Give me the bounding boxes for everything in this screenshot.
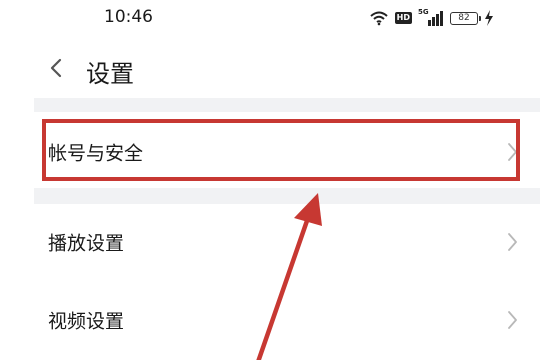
page-title: 设置 bbox=[86, 60, 134, 88]
settings-item-playback[interactable]: 播放设置 bbox=[34, 204, 540, 280]
signal-bars-icon bbox=[428, 11, 443, 26]
settings-item-label: 帐号与安全 bbox=[48, 142, 144, 165]
settings-item-account-security[interactable]: 帐号与安全 bbox=[34, 114, 540, 190]
settings-item-label: 播放设置 bbox=[48, 232, 125, 255]
back-button[interactable] bbox=[44, 52, 68, 84]
section-divider bbox=[34, 98, 540, 112]
chevron-right-icon bbox=[508, 233, 517, 251]
charging-icon bbox=[485, 10, 493, 26]
chevron-left-icon bbox=[50, 58, 62, 78]
settings-item-label: 视频设置 bbox=[48, 310, 125, 333]
battery-icon: 82 bbox=[450, 11, 481, 25]
status-icons: HD 5G 82 bbox=[369, 8, 494, 28]
status-bar: 10:46 HD 5G 82 bbox=[0, 0, 540, 36]
wifi-icon bbox=[369, 11, 388, 26]
hd-icon: HD bbox=[394, 12, 412, 24]
nav-bar bbox=[0, 44, 540, 96]
chevron-right-icon bbox=[508, 311, 517, 329]
battery-level: 82 bbox=[458, 13, 470, 23]
status-time: 10:46 bbox=[104, 7, 153, 27]
settings-item-video[interactable]: 视频设置 bbox=[34, 282, 540, 358]
signal-5g-icon: 5G bbox=[418, 8, 444, 26]
section-divider bbox=[34, 188, 540, 204]
chevron-right-icon bbox=[508, 143, 517, 161]
